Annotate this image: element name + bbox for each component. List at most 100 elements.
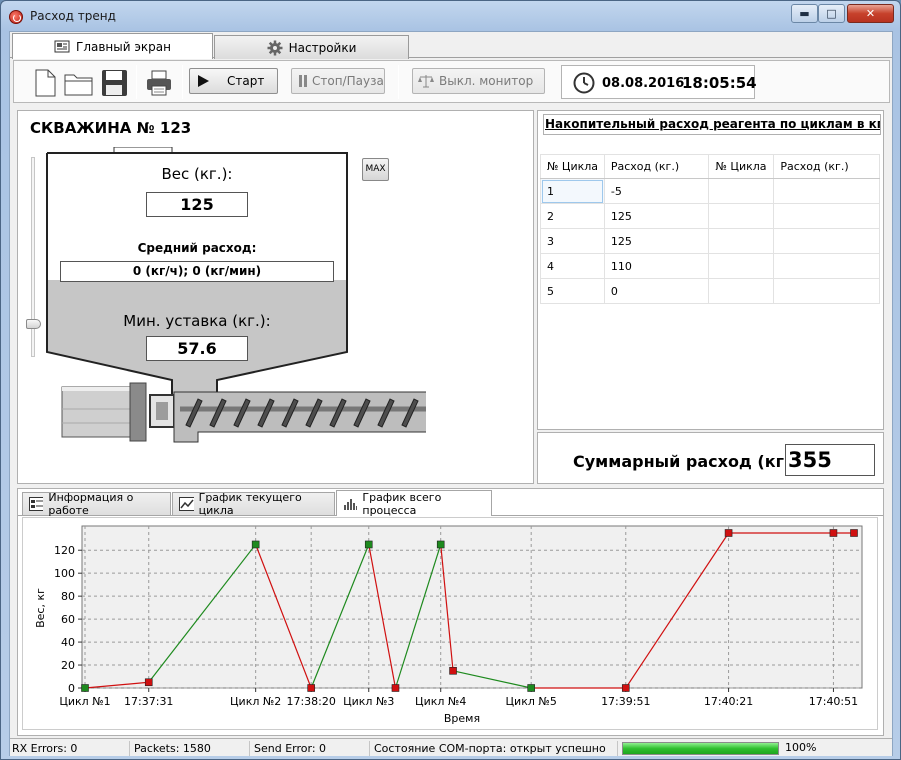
table-cell[interactable] [773,253,880,279]
toolbar-separator [182,65,183,99]
start-label: Старт [227,74,265,88]
column-header[interactable]: Расход (кг.) [773,154,880,179]
table-row[interactable]: 2 125 [540,203,880,229]
tab-current-cycle-chart[interactable]: График текущего цикла [172,491,335,517]
table-cell[interactable] [708,203,775,229]
total-label: Суммарный расход (кг.): [573,452,804,471]
table-row[interactable]: 3 125 [540,228,880,254]
app-window: Расход тренд ▬ □ ✕ Главный экран Настрой… [0,0,901,760]
toolbar-separator [136,65,137,99]
data-point [144,678,153,687]
cycles-table: № Цикла Расход (кг.) № Цикла Расход (кг.… [540,154,880,304]
gear-icon [267,40,283,55]
table-cell[interactable]: -5 [603,178,710,204]
table-cell[interactable] [708,253,775,279]
column-header[interactable]: № Цикла [540,154,605,179]
progress-fill [623,743,778,754]
data-point [621,684,630,692]
monitor-off-button[interactable]: Выкл. монитор [412,68,545,94]
table-cell[interactable] [708,278,775,304]
x-tick-label: Цикл №3 [343,695,394,708]
print-icon[interactable] [144,68,174,98]
table-cell[interactable]: 4 [540,253,605,279]
scales-icon [418,75,434,88]
table-row[interactable]: 50 [540,278,880,304]
y-tick-label: 60 [61,613,75,626]
table-cell[interactable] [708,178,775,204]
table-cell[interactable]: 2 [540,203,605,229]
total-value: 355 [785,444,875,476]
stop-pause-label: Стоп/Пауза [312,74,384,88]
x-tick-label: Цикл №1 [59,695,110,708]
status-bar: RX Errors: 0 Packets: 1580 Send Error: 0… [10,738,892,756]
date-text: 08.08.2016 [602,76,685,91]
table-cell[interactable]: 5 [540,278,605,304]
data-point [391,684,400,692]
tab-settings-label: Настройки [288,40,357,55]
weight-value: 125 [146,192,248,217]
info-list-icon [29,497,44,511]
toolbar: Старт Стоп/Пауза Выкл. монитор 08.08.201… [13,60,890,103]
screen-icon [54,40,70,52]
table-cell[interactable]: 3 [540,228,605,254]
table-cell[interactable]: 125 [603,203,710,229]
table-cell[interactable]: 0 [603,278,710,304]
table-cell[interactable]: 1 [540,178,605,204]
table-cell[interactable]: 125 [603,228,710,254]
window-title: Расход тренд [30,9,116,23]
level-slider-thumb[interactable] [26,319,41,329]
tab-main-label: Главный экран [76,39,171,54]
packets-count: Packets: 1580 [132,741,250,756]
line-chart-icon [179,497,194,511]
tab-work-info[interactable]: Информация о работе [22,491,171,517]
start-button[interactable]: Старт [189,68,278,94]
column-header[interactable]: Расход (кг.) [603,154,710,179]
bar-chart-icon [344,498,358,510]
table-cell[interactable] [773,203,880,229]
x-axis-label: Время [444,712,480,725]
table-header-row: № Цикла Расход (кг.) № Цикла Расход (кг.… [540,154,880,179]
minimize-button[interactable]: ▬ [791,4,818,23]
open-folder-icon[interactable] [63,68,95,98]
progress-text: 100% [785,741,817,754]
tab-whole-process-chart[interactable]: График всего процесса [336,490,492,517]
table-cell[interactable] [708,228,775,254]
x-tick-label: 17:38:20 [286,695,335,708]
column-header[interactable]: № Цикла [708,154,775,179]
data-point [527,684,535,692]
y-tick-label: 0 [68,682,75,695]
new-file-icon[interactable] [31,68,59,98]
table-row[interactable]: 4 110 [540,253,880,279]
close-button[interactable]: ✕ [847,4,894,23]
min-setpoint-label: Мин. уставка (кг.): [123,312,271,330]
table-cell[interactable] [773,178,880,204]
process-chart: 0 20 40 60 80 100 120 Цикл №1 17:37:31 Цикл №2 17:… [22,517,878,730]
bottom-tabs-panel: Информация о работе График текущего цикл… [17,488,884,736]
y-tick-label: 40 [61,636,75,649]
data-point [724,529,733,537]
pause-icon [299,75,307,87]
table-cell[interactable] [773,278,880,304]
com-port-status: Состояние COM-порта: открыт успешно [372,741,618,756]
tab-main-screen[interactable]: Главный экран [12,33,213,59]
maximize-button[interactable]: □ [818,4,845,23]
well-panel: СКВАЖИНА № 123 Вес (кг.): 125 Средний ра… [17,110,534,484]
x-tick-label: Цикл №2 [230,695,281,708]
tab-settings[interactable]: Настройки [214,35,409,59]
avg-consumption-value: 0 (кг/ч); 0 (кг/мин) [60,261,334,282]
save-icon[interactable] [100,68,128,98]
weight-label: Вес (кг.): [161,165,233,183]
title-bar: Расход тренд ▬ □ ✕ [1,1,900,31]
max-button[interactable]: MAX [362,158,389,181]
table-row[interactable]: 1 -5 [540,178,880,204]
min-setpoint-value: 57.6 [146,336,248,361]
y-tick-label: 120 [54,544,75,557]
clock-icon [573,72,595,94]
stop-pause-button[interactable]: Стоп/Пауза [291,68,385,94]
x-tick-label: 17:39:51 [601,695,650,708]
y-tick-label: 20 [61,659,75,672]
table-cell[interactable] [773,228,880,254]
table-cell[interactable]: 110 [603,253,710,279]
cumulative-title: Накопительный расход реагента по циклам … [543,114,881,135]
tab-current-cycle-label: График текущего цикла [198,491,302,517]
